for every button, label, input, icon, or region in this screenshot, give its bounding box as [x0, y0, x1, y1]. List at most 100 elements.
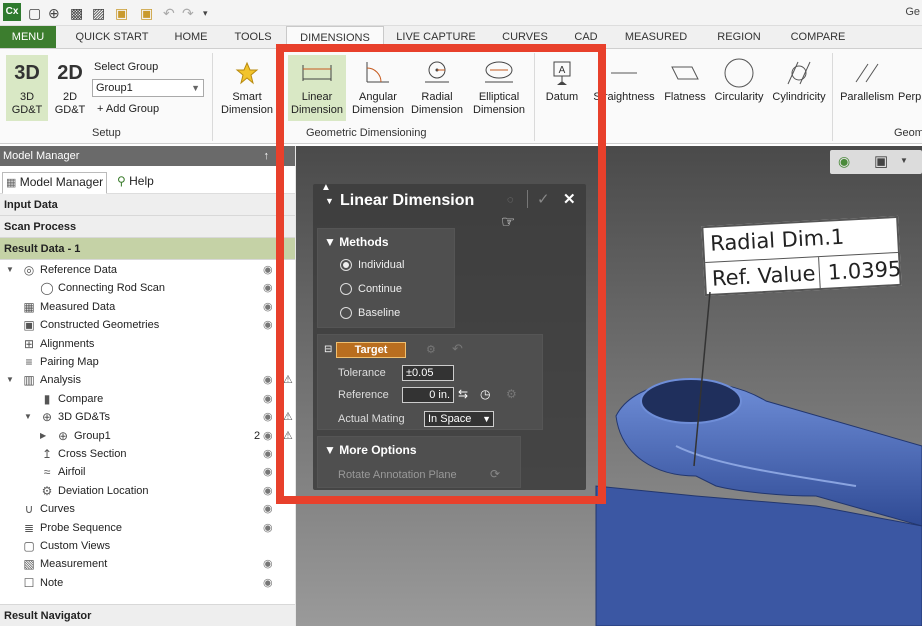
reference-input[interactable]: 0 in. [402, 387, 454, 403]
cylindricity-button[interactable]: Cylindricity [768, 55, 830, 121]
ok-icon[interactable]: ✓ [537, 190, 550, 208]
close-icon[interactable]: ✕ [563, 190, 576, 208]
eye-icon[interactable]: ◉ [263, 463, 273, 481]
tree-item[interactable]: ⊞ Alignments [0, 334, 295, 353]
eye-icon[interactable]: ◉ [263, 261, 273, 279]
tree-item[interactable]: ▣ Constructed Geometries ◉ [0, 316, 295, 335]
radial-dimension-button[interactable]: Radial Dimension [408, 55, 466, 121]
eye-icon[interactable]: ◉ [263, 298, 273, 316]
eye-icon[interactable]: ◉ [263, 316, 273, 334]
collapse-box-icon[interactable]: ⊟ [324, 344, 332, 355]
globe-icon[interactable]: ◉ [838, 153, 850, 170]
eye-icon[interactable]: ◉ [263, 500, 273, 518]
result-navigator-section[interactable]: Result Navigator [0, 604, 295, 626]
eye-icon[interactable]: ◉ [263, 427, 273, 445]
tree-item[interactable]: ≈ Airfoil ◉ [0, 463, 295, 482]
settings-icon[interactable]: ⚙ [506, 387, 517, 401]
elliptical-dimension-button[interactable]: Elliptical Dimension [468, 55, 530, 121]
flatness-button[interactable]: Flatness [662, 55, 708, 121]
tab-live-capture[interactable]: LIVE CAPTURE [390, 26, 482, 48]
tab-home[interactable]: HOME [166, 26, 216, 48]
tab-cad[interactable]: CAD [564, 26, 608, 48]
tolerance-input[interactable]: ±0.05 [402, 365, 454, 381]
add-icon[interactable]: ⊕ [48, 5, 60, 21]
tree-item[interactable]: ▦ Measured Data ◉ [0, 297, 295, 316]
redo-icon[interactable]: ↷ [182, 5, 194, 21]
tree-item[interactable]: ▶ ⊕ Group1 2 ◉ ⚠ [0, 426, 295, 445]
eye-icon[interactable]: ◉ [263, 408, 273, 426]
add-group-button[interactable]: + Add Group [97, 103, 159, 115]
method-baseline-radio[interactable]: Baseline [340, 307, 400, 320]
method-individual-radio[interactable]: Individual [340, 259, 404, 272]
circularity-button[interactable]: Circularity [710, 55, 768, 121]
chevron-down-icon[interactable]: ▼ [900, 156, 908, 165]
tree-item[interactable]: ▢ Custom Views [0, 537, 295, 555]
save-as-icon[interactable]: ▨ [92, 5, 105, 21]
perpendicularity-button[interactable]: Perp [898, 55, 922, 121]
parallelism-button[interactable]: Parallelism [836, 55, 898, 121]
target-button[interactable]: Target [336, 342, 406, 358]
scan-process-section[interactable]: Scan Process [0, 216, 295, 238]
result-data-section[interactable]: Result Data - 1 [0, 238, 295, 260]
customize-icon[interactable]: ▾ [203, 5, 208, 21]
open-icon[interactable]: ▣ [115, 5, 128, 21]
3d-gdt-button[interactable]: 3D 3D GD&T [6, 55, 48, 121]
eye-icon[interactable]: ◉ [263, 279, 273, 297]
tree-item[interactable]: ▼ ◎ Reference Data ◉ [0, 261, 295, 279]
tab-measured[interactable]: MEASURED [618, 26, 694, 48]
tree-item[interactable]: ⚙ Deviation Location ◉ [0, 481, 295, 500]
tab-model-manager[interactable]: ▦ Model Manager [2, 172, 108, 194]
radial-dimension-annotation[interactable]: Radial Dim.1 Ref. Value 1.0395 [701, 215, 903, 297]
eye-icon[interactable]: ◉ [263, 555, 273, 573]
eye-icon[interactable]: ◉ [263, 371, 273, 389]
tree-item[interactable]: ▮ Compare ◉ [0, 389, 295, 408]
tab-help[interactable]: ⚲ Help [114, 172, 157, 194]
chevron-down-icon[interactable]: ▼ [6, 371, 14, 389]
tree-item[interactable]: ▼ ⊕ 3D GD&Ts ◉ ⚠ [0, 408, 295, 427]
tree-item[interactable]: ▼ ▥ Analysis ◉ ⚠ [0, 371, 295, 390]
2d-gdt-button[interactable]: 2D 2D GD&T [50, 55, 90, 121]
open-recent-icon[interactable]: ▣ [140, 5, 153, 21]
preview-icon[interactable]: ◌ [507, 194, 514, 206]
tab-quick-start[interactable]: QUICK START [66, 26, 158, 48]
collapse-icon[interactable]: ▼ [325, 196, 334, 206]
datum-button[interactable]: A Datum [540, 55, 584, 121]
chevron-right-icon[interactable]: ▶ [40, 427, 46, 445]
actual-mating-select[interactable]: In Space ▼ [424, 411, 494, 427]
input-data-section[interactable]: Input Data [0, 194, 295, 216]
tab-region[interactable]: REGION [704, 26, 774, 48]
tree-item[interactable]: ≡ Pairing Map [0, 353, 295, 371]
pin-icon[interactable]: ▲ [321, 182, 331, 193]
eye-icon[interactable]: ◉ [263, 390, 273, 408]
group-select[interactable]: Group1 ▼ [92, 79, 204, 97]
pin-icon[interactable]: ↑ [264, 146, 270, 166]
chevron-down-icon[interactable]: ▼ [24, 408, 32, 426]
eye-icon[interactable]: ◉ [263, 574, 273, 592]
straightness-button[interactable]: Straightness [590, 55, 658, 121]
smart-dimension-button[interactable]: Smart Dimension [218, 55, 276, 121]
tree-item[interactable]: ↥ Cross Section ◉ [0, 445, 295, 463]
tree-item[interactable]: ☐ Note ◉ [0, 573, 295, 592]
undo-icon[interactable]: ↶ [163, 5, 175, 21]
tree-item[interactable]: ◯ Connecting Rod Scan ◉ [0, 279, 295, 298]
clock-icon[interactable]: ◷ [480, 387, 490, 401]
new-icon[interactable]: ▢ [28, 5, 41, 21]
tree-item[interactable]: ≣ Probe Sequence ◉ [0, 518, 295, 537]
arrows-icon[interactable]: ⇆ [458, 387, 468, 401]
rotate-icon[interactable]: ⟳ [490, 467, 500, 481]
eye-icon[interactable]: ◉ [263, 445, 273, 463]
eye-icon[interactable]: ◉ [263, 482, 273, 500]
eye-icon[interactable]: ◉ [263, 519, 273, 537]
tab-compare[interactable]: COMPARE [782, 26, 854, 48]
chevron-down-icon[interactable]: ▼ [6, 261, 14, 279]
tree-item[interactable]: ∪ Curves ◉ [0, 500, 295, 519]
angular-dimension-button[interactable]: Angular Dimension [348, 55, 408, 121]
tab-curves[interactable]: CURVES [496, 26, 554, 48]
tab-menu[interactable]: MENU [0, 26, 56, 48]
tree-item[interactable]: ▧ Measurement ◉ [0, 555, 295, 574]
method-continue-radio[interactable]: Continue [340, 283, 402, 296]
tab-dimensions[interactable]: DIMENSIONS [286, 26, 384, 48]
settings-icon[interactable]: ⚙ [426, 343, 436, 356]
save-icon[interactable]: ▩ [70, 5, 83, 21]
tab-tools[interactable]: TOOLS [226, 26, 280, 48]
